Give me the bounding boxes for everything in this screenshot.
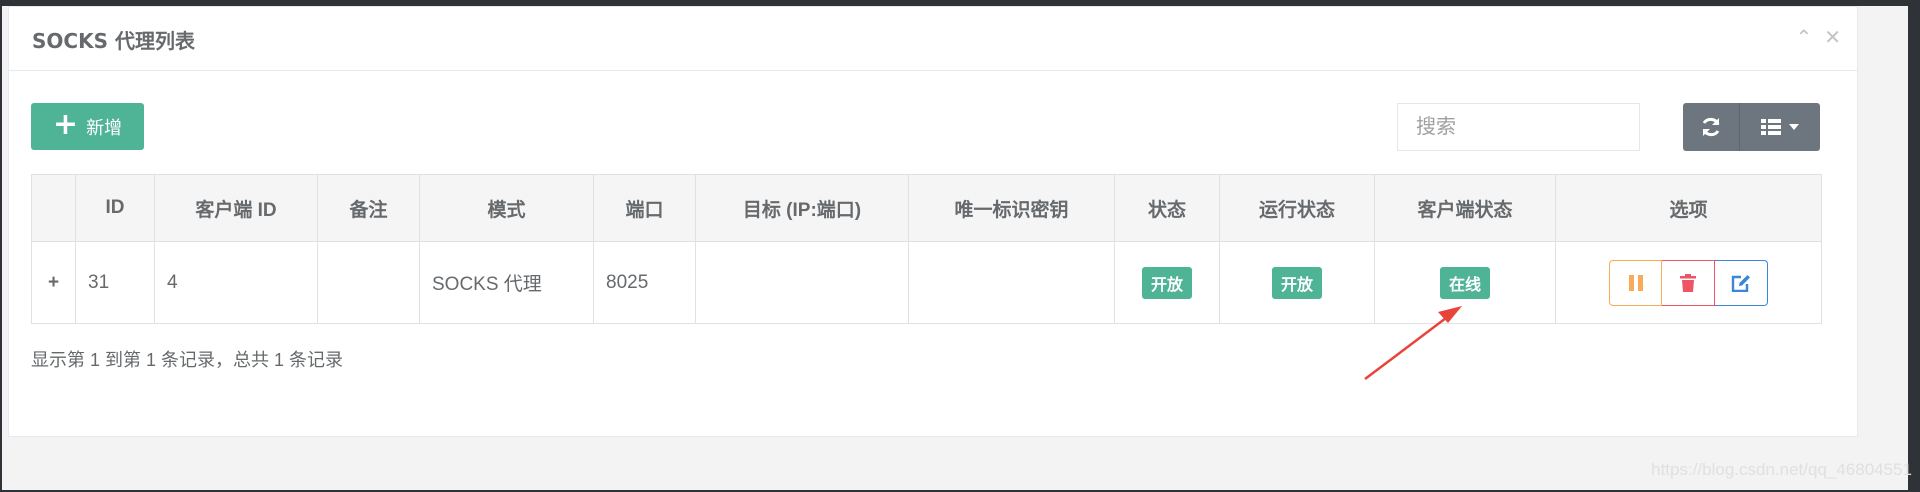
col-header-status[interactable]: 状态 (1114, 174, 1220, 242)
cell-status: 开放 (1114, 241, 1220, 324)
cell-port: 8025 (593, 241, 696, 324)
cell-client-id: 4 (154, 241, 318, 324)
caret-down-icon (1789, 124, 1799, 130)
col-header-client-status[interactable]: 客户端状态 (1374, 174, 1556, 242)
window-left-border (0, 0, 2, 492)
col-header-id[interactable]: ID (75, 174, 155, 242)
col-header-client-id[interactable]: 客户端 ID (154, 174, 318, 242)
close-icon[interactable]: ✕ (1824, 27, 1841, 47)
add-button-label: 新增 (86, 117, 123, 139)
panel-title: SOCKS 代理列表 (32, 29, 195, 53)
cell-id: 31 (75, 241, 155, 324)
columns-button[interactable] (1740, 103, 1820, 151)
pause-button[interactable] (1609, 259, 1662, 306)
col-header-key[interactable]: 唯一标识密钥 (908, 174, 1115, 242)
refresh-button[interactable] (1683, 103, 1740, 151)
collapse-icon[interactable]: ⌃ (1795, 27, 1812, 47)
cell-options (1555, 241, 1822, 324)
delete-button[interactable] (1662, 259, 1715, 306)
search-input[interactable] (1397, 103, 1640, 151)
col-header-expand (31, 174, 76, 242)
col-header-remark[interactable]: 备注 (317, 174, 420, 242)
col-header-port[interactable]: 端口 (593, 174, 696, 242)
columns-icon (1761, 119, 1781, 135)
add-button[interactable]: + 新增 (31, 103, 144, 150)
pagination-summary: 显示第 1 到第 1 条记录，总共 1 条记录 (31, 350, 344, 370)
row-actions (1568, 259, 1809, 306)
table-header-row: ID 客户端 ID 备注 模式 端口 目标 (IP:端口) 唯一标识密钥 状态 … (31, 174, 1822, 242)
edit-button[interactable] (1715, 259, 1768, 306)
watermark: https://blog.csdn.net/qq_46804551 (1651, 460, 1912, 479)
run-status-badge: 开放 (1271, 266, 1322, 299)
expand-row-icon[interactable]: + (31, 241, 76, 324)
cell-mode: SOCKS 代理 (419, 241, 594, 324)
plus-icon: + (52, 107, 79, 142)
col-header-run-status[interactable]: 运行状态 (1219, 174, 1375, 242)
col-header-target[interactable]: 目标 (IP:端口) (695, 174, 909, 242)
cell-target (695, 241, 909, 324)
cell-key (908, 241, 1115, 324)
cell-remark (317, 241, 420, 324)
proxy-table: ID 客户端 ID 备注 模式 端口 目标 (IP:端口) 唯一标识密钥 状态 … (31, 174, 1822, 324)
client-status-badge: 在线 (1439, 266, 1490, 299)
cell-run-status: 开放 (1219, 241, 1375, 324)
table-row: + 31 4 SOCKS 代理 8025 开放 开放 在线 (31, 241, 1822, 324)
cell-client-status: 在线 (1374, 241, 1556, 324)
status-badge: 开放 (1141, 266, 1192, 299)
panel-tools: ⌃ ✕ (1795, 27, 1841, 47)
table-toolbar-buttons (1683, 103, 1820, 151)
col-header-mode[interactable]: 模式 (419, 174, 594, 242)
col-header-options: 选项 (1555, 174, 1822, 242)
refresh-icon (1702, 117, 1720, 137)
pause-icon (1628, 274, 1643, 291)
edit-icon (1731, 274, 1750, 292)
window-right-border (1908, 0, 1920, 492)
panel-header: SOCKS 代理列表 ⌃ ✕ (9, 7, 1857, 71)
trash-icon (1680, 273, 1696, 292)
